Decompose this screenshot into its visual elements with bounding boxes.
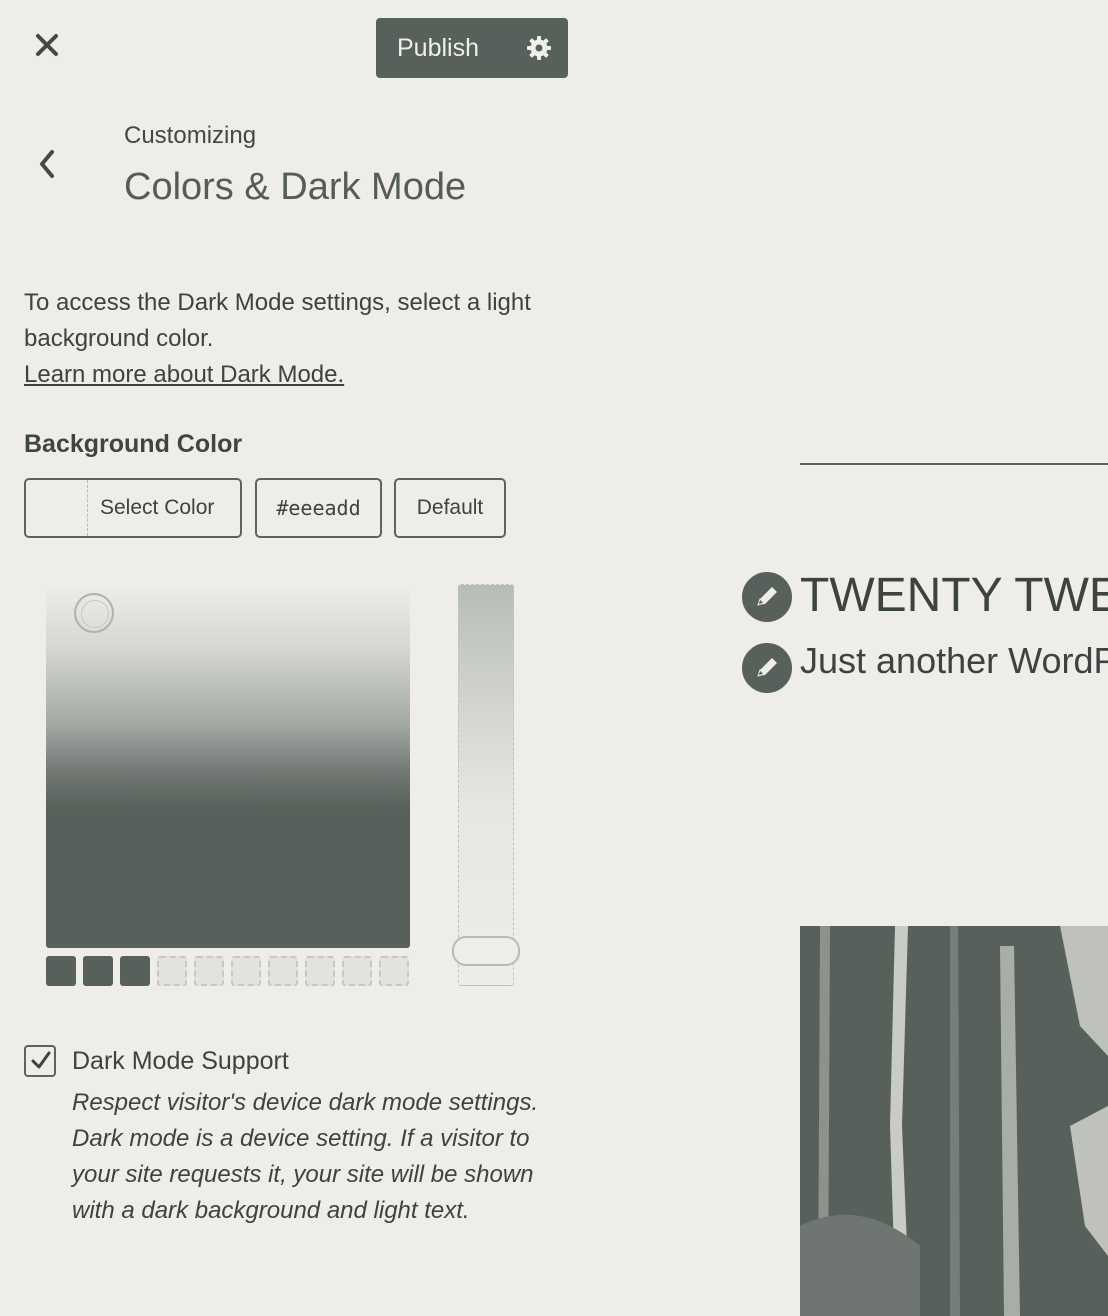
learn-more-link[interactable]: Learn more about Dark Mode. <box>24 357 344 393</box>
palette-swatch-8[interactable] <box>305 956 335 986</box>
publish-button[interactable]: Publish <box>376 18 568 78</box>
palette-swatch-9[interactable] <box>342 956 372 986</box>
back-button[interactable] <box>30 144 66 184</box>
dark-mode-notice: To access the Dark Mode settings, select… <box>24 289 531 352</box>
edit-tagline-button[interactable] <box>740 641 794 695</box>
hue-slider-handle[interactable] <box>452 936 520 966</box>
publish-label: Publish <box>397 33 479 62</box>
breadcrumb: Customizing <box>124 122 257 149</box>
palette-swatch-6[interactable] <box>231 956 261 986</box>
hex-value: #eeeadd <box>276 496 361 520</box>
color-picker-handle[interactable] <box>74 593 114 633</box>
pencil-icon <box>757 658 777 677</box>
edit-site-title-button[interactable] <box>740 570 794 624</box>
site-title[interactable]: TWENTY TWE <box>800 568 1108 623</box>
forest-image-placeholder <box>800 926 1108 1316</box>
background-color-label: Background Color <box>24 430 243 458</box>
customizer-sidebar: Publish Customizing Colors & Dark Mode T… <box>0 0 600 1316</box>
hero-image <box>800 926 1108 1316</box>
palette-swatch-10[interactable] <box>379 956 409 986</box>
color-picker-square[interactable] <box>46 584 410 948</box>
palette-swatch-3[interactable] <box>120 956 150 986</box>
default-label: Default <box>416 496 484 519</box>
header-separator <box>800 463 1108 465</box>
dark-mode-description: Respect visitor's device dark mode setti… <box>72 1085 582 1229</box>
palette-swatch-2[interactable] <box>83 956 113 986</box>
palette-swatch-1[interactable] <box>46 956 76 986</box>
color-palette <box>46 956 409 986</box>
select-color-button[interactable]: Select Color <box>24 478 242 538</box>
pencil-icon <box>757 587 777 606</box>
palette-swatch-7[interactable] <box>268 956 298 986</box>
default-color-button[interactable]: Default <box>394 478 506 538</box>
dark-mode-description-text: Respect visitor's device dark mode setti… <box>72 1089 539 1224</box>
chevron-left-icon[interactable] <box>30 144 66 184</box>
gear-icon[interactable] <box>526 35 552 61</box>
close-button[interactable] <box>30 28 66 64</box>
dark-mode-label[interactable]: Dark Mode Support <box>72 1047 289 1076</box>
section-title: Colors & Dark Mode <box>124 166 467 208</box>
current-color-swatch <box>26 480 88 536</box>
hue-slider[interactable] <box>458 584 514 986</box>
site-tagline: Just another WordP <box>800 640 1108 681</box>
close-icon[interactable] <box>30 28 66 64</box>
select-color-label: Select Color <box>100 496 215 519</box>
palette-swatch-5[interactable] <box>194 956 224 986</box>
hex-color-input[interactable]: #eeeadd <box>255 478 382 538</box>
checkmark-icon <box>31 1051 51 1069</box>
palette-swatch-4[interactable] <box>157 956 187 986</box>
dark-mode-checkbox[interactable] <box>24 1045 56 1077</box>
